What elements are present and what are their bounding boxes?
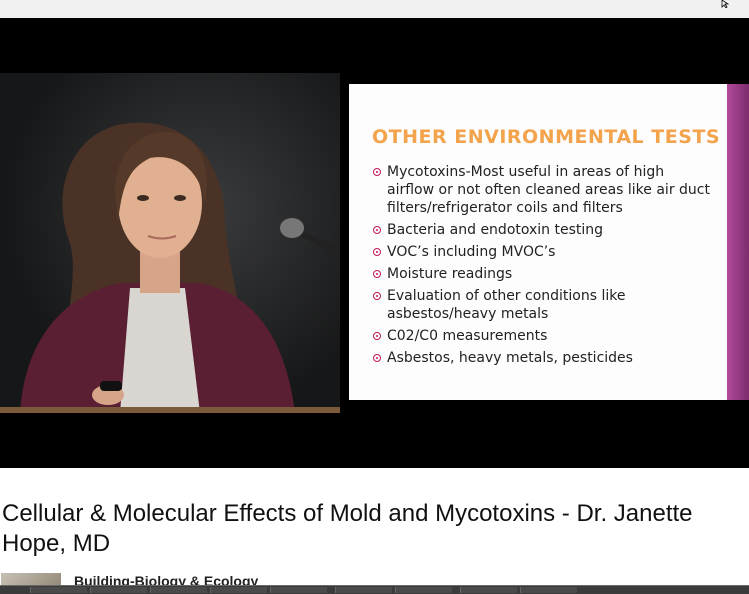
taskbar-button[interactable] (520, 587, 577, 593)
slide-accent-bar (727, 84, 749, 400)
bullet-icon (373, 168, 381, 176)
bullet-icon (373, 292, 381, 300)
bullet-icon (373, 270, 381, 278)
taskbar-button[interactable] (395, 587, 452, 593)
taskbar-button[interactable] (270, 587, 327, 593)
slide-bullet-list: Mycotoxins-Most useful in areas of high … (373, 163, 713, 371)
video-player[interactable]: OTHER ENVIRONMENTAL TESTS Mycotoxins-Mos… (0, 18, 749, 468)
slide-bullet: VOC’s including MVOC’s (373, 243, 713, 261)
taskbar-button[interactable] (30, 587, 87, 593)
browser-top-bar (0, 0, 749, 19)
bullet-icon (373, 332, 381, 340)
slide-bullet: Mycotoxins-Most useful in areas of high … (373, 163, 713, 217)
bullet-icon (373, 248, 381, 256)
video-title: Cellular & Molecular Effects of Mold and… (2, 500, 693, 557)
slide-bullet: Asbestos, heavy metals, pesticides (373, 349, 713, 367)
presentation-slide: OTHER ENVIRONMENTAL TESTS Mycotoxins-Mos… (349, 84, 727, 400)
taskbar-button[interactable] (460, 587, 517, 593)
mouse-cursor-icon (721, 0, 730, 8)
slide-bullet: Evaluation of other conditions like asbe… (373, 287, 713, 323)
taskbar-button[interactable] (90, 587, 147, 593)
bullet-icon (373, 226, 381, 234)
speaker-illustration (0, 122, 340, 413)
bullet-icon (373, 354, 381, 362)
taskbar-button[interactable] (150, 587, 207, 593)
slide-bullet: Bacteria and endotoxin testing (373, 221, 713, 239)
slide-bullet: C02/C0 measurements (373, 327, 713, 345)
taskbar-button[interactable] (210, 587, 267, 593)
speaker-video-frame (0, 73, 340, 413)
taskbar-button[interactable] (335, 587, 392, 593)
slide-title: OTHER ENVIRONMENTAL TESTS (372, 126, 721, 148)
slide-bullet: Moisture readings (373, 265, 713, 283)
